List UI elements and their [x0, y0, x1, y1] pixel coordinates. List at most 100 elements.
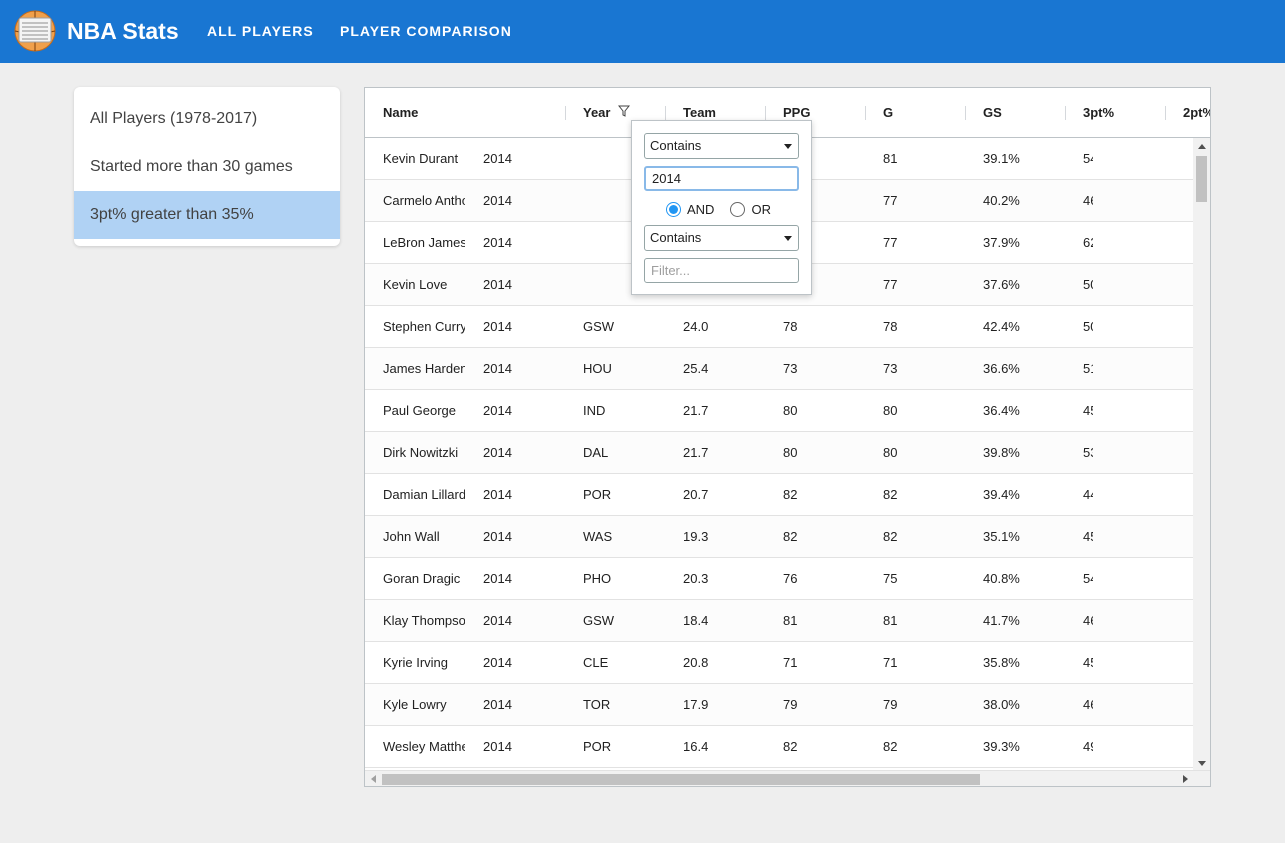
cell-year[interactable]: 2014: [465, 474, 565, 516]
cell-year[interactable]: 2014: [465, 558, 565, 600]
cell-gs[interactable]: 79: [865, 684, 965, 726]
cell-ppg[interactable]: 21.7: [665, 390, 765, 432]
nav-player-comparison[interactable]: PLAYER COMPARISON: [340, 21, 512, 41]
cell-name[interactable]: Kevin Durant: [365, 138, 465, 180]
cell-year[interactable]: 2014: [465, 138, 565, 180]
table-row[interactable]: Klay Thompson2014GSW18.4818141.7%46: [365, 600, 1193, 642]
cell-name[interactable]: Carmelo Anthony: [365, 180, 465, 222]
cell-2pt[interactable]: 46: [1065, 684, 1093, 726]
header-g[interactable]: G: [865, 88, 893, 138]
cell-team[interactable]: GSW: [565, 600, 665, 642]
cell-g[interactable]: 82: [765, 516, 865, 558]
table-row[interactable]: James Harden2014HOU25.4737336.6%51: [365, 348, 1193, 390]
cell-year[interactable]: 2014: [465, 600, 565, 642]
condition2-type-select[interactable]: Contains: [644, 225, 799, 251]
cell-2pt[interactable]: 45: [1065, 390, 1093, 432]
cell-team[interactable]: IND: [565, 390, 665, 432]
join-and-label[interactable]: AND: [687, 202, 714, 217]
nav-all-players[interactable]: ALL PLAYERS: [207, 21, 314, 41]
cell-name[interactable]: Dirk Nowitzki: [365, 432, 465, 474]
cell-gs[interactable]: 77: [865, 222, 965, 264]
cell-ppg[interactable]: 24.0: [665, 306, 765, 348]
cell-ppg[interactable]: 19.3: [665, 516, 765, 558]
cell-gs[interactable]: 71: [865, 642, 965, 684]
cell-3pt[interactable]: 36.6%: [965, 348, 1065, 390]
list-item-started-30[interactable]: Started more than 30 games: [74, 143, 340, 191]
cell-year[interactable]: 2014: [465, 516, 565, 558]
cell-team[interactable]: POR: [565, 474, 665, 516]
scroll-up-arrow-icon[interactable]: [1198, 144, 1206, 149]
condition2-value-input[interactable]: [644, 258, 799, 283]
cell-3pt[interactable]: 37.6%: [965, 264, 1065, 306]
cell-3pt[interactable]: 39.3%: [965, 726, 1065, 768]
table-row[interactable]: Paul George2014IND21.7808036.4%45: [365, 390, 1193, 432]
header-2pt[interactable]: 2pt%: [1165, 88, 1210, 138]
table-row[interactable]: Wesley Matthews2014POR16.4828239.3%49: [365, 726, 1193, 768]
cell-gs[interactable]: 77: [865, 180, 965, 222]
cell-2pt[interactable]: 54: [1065, 558, 1093, 600]
cell-g[interactable]: 81: [765, 600, 865, 642]
cell-name[interactable]: Goran Dragic: [365, 558, 465, 600]
cell-3pt[interactable]: 39.8%: [965, 432, 1065, 474]
cell-year[interactable]: 2014: [465, 348, 565, 390]
vertical-scroll-thumb[interactable]: [1196, 156, 1207, 202]
cell-year[interactable]: 2014: [465, 180, 565, 222]
cell-3pt[interactable]: 40.8%: [965, 558, 1065, 600]
cell-year[interactable]: 2014: [465, 684, 565, 726]
cell-name[interactable]: John Wall: [365, 516, 465, 558]
cell-g[interactable]: 76: [765, 558, 865, 600]
cell-gs[interactable]: 81: [865, 138, 965, 180]
cell-2pt[interactable]: 45: [1065, 642, 1093, 684]
cell-gs[interactable]: 82: [865, 726, 965, 768]
cell-name[interactable]: LeBron James: [365, 222, 465, 264]
cell-2pt[interactable]: 50: [1065, 264, 1093, 306]
cell-gs[interactable]: 80: [865, 432, 965, 474]
cell-gs[interactable]: 75: [865, 558, 965, 600]
list-item-3pt-35[interactable]: 3pt% greater than 35%: [74, 191, 340, 239]
cell-year[interactable]: 2014: [465, 726, 565, 768]
cell-3pt[interactable]: 36.4%: [965, 390, 1065, 432]
cell-g[interactable]: 82: [765, 474, 865, 516]
header-3pt[interactable]: 3pt%: [1065, 88, 1114, 138]
cell-2pt[interactable]: 62: [1065, 222, 1093, 264]
condition1-value-input[interactable]: [644, 166, 799, 191]
cell-gs[interactable]: 82: [865, 474, 965, 516]
cell-gs[interactable]: 82: [865, 516, 965, 558]
basketball-board-icon[interactable]: [14, 10, 56, 52]
cell-ppg[interactable]: 17.9: [665, 684, 765, 726]
cell-2pt[interactable]: 49: [1065, 726, 1093, 768]
cell-3pt[interactable]: 40.2%: [965, 180, 1065, 222]
cell-team[interactable]: GSW: [565, 306, 665, 348]
cell-3pt[interactable]: 42.4%: [965, 306, 1065, 348]
cell-name[interactable]: Kyle Lowry: [365, 684, 465, 726]
header-gs[interactable]: GS: [965, 88, 1002, 138]
list-item-all-players[interactable]: All Players (1978-2017): [74, 95, 340, 143]
cell-g[interactable]: 82: [765, 726, 865, 768]
cell-ppg[interactable]: 20.3: [665, 558, 765, 600]
cell-g[interactable]: 80: [765, 390, 865, 432]
cell-g[interactable]: 78: [765, 306, 865, 348]
table-row[interactable]: Stephen Curry2014GSW24.0787842.4%50: [365, 306, 1193, 348]
cell-gs[interactable]: 77: [865, 264, 965, 306]
cell-year[interactable]: 2014: [465, 264, 565, 306]
horizontal-scrollbar[interactable]: [365, 770, 1210, 786]
cell-g[interactable]: 80: [765, 432, 865, 474]
cell-2pt[interactable]: 51: [1065, 348, 1093, 390]
table-row[interactable]: Kyle Lowry2014TOR17.9797938.0%46: [365, 684, 1193, 726]
cell-team[interactable]: PHO: [565, 558, 665, 600]
table-row[interactable]: Goran Dragic2014PHO20.3767540.8%54: [365, 558, 1193, 600]
table-row[interactable]: Kyrie Irving2014CLE20.8717135.8%45: [365, 642, 1193, 684]
cell-name[interactable]: Wesley Matthews: [365, 726, 465, 768]
scroll-left-arrow-icon[interactable]: [371, 775, 376, 783]
cell-team[interactable]: WAS: [565, 516, 665, 558]
join-or-radio[interactable]: [730, 201, 746, 217]
cell-g[interactable]: 79: [765, 684, 865, 726]
cell-year[interactable]: 2014: [465, 642, 565, 684]
cell-2pt[interactable]: 50: [1065, 306, 1093, 348]
cell-name[interactable]: Paul George: [365, 390, 465, 432]
cell-gs[interactable]: 80: [865, 390, 965, 432]
cell-name[interactable]: Stephen Curry: [365, 306, 465, 348]
scroll-right-arrow-icon[interactable]: [1183, 775, 1188, 783]
cell-3pt[interactable]: 35.8%: [965, 642, 1065, 684]
cell-year[interactable]: 2014: [465, 306, 565, 348]
